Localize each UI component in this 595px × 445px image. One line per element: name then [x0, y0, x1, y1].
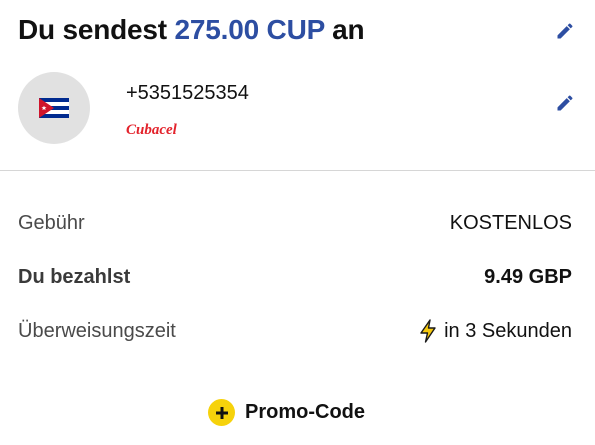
pencil-icon [557, 23, 573, 39]
promo-code-button[interactable]: Promo-Code [208, 399, 365, 426]
page-title: Du sendest 275.00 CUP an [18, 14, 365, 46]
fee-label: Gebühr [18, 212, 85, 234]
title-suffix: an [332, 14, 365, 45]
recipient-avatar [18, 72, 90, 144]
pay-label: Du bezahlst [18, 266, 131, 288]
lightning-icon [420, 319, 436, 343]
transfer-time-text: in 3 Sekunden [444, 319, 572, 342]
fee-value: KOSTENLOS [449, 212, 572, 234]
divider [0, 170, 595, 171]
send-amount: 275.00 CUP [174, 14, 325, 45]
title-prefix: Du sendest [18, 14, 167, 45]
transfer-time-label: Überweisungszeit [18, 320, 176, 342]
operator-logo: Cubacel [126, 122, 177, 138]
plus-icon [208, 399, 235, 426]
edit-recipient-button[interactable] [552, 90, 578, 116]
edit-amount-button[interactable] [552, 18, 578, 44]
transfer-time-value: in 3 Sekunden [418, 319, 572, 343]
cuba-flag-icon [39, 98, 69, 118]
pay-value: 9.49 GBP [484, 266, 572, 288]
promo-code-label: Promo-Code [245, 401, 365, 423]
recipient-phone: +5351525354 [126, 82, 249, 104]
pencil-icon [557, 95, 573, 111]
